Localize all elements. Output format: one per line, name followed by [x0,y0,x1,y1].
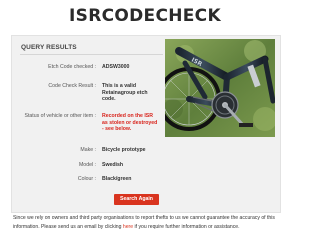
code-check-label: Code Check Result : [48,83,96,89]
disclaimer-text: Since we rely on owners and third party … [13,214,283,232]
etch-code-value: ADSW3000 [102,64,130,70]
section-divider [20,54,163,55]
make-label: Make : [80,147,96,153]
section-heading: QUERY RESULTS [21,44,77,51]
status-label: Status of vehicle or other item : [24,113,96,119]
bicycle-photo: ISR [165,39,275,137]
site-title: ISRCODECHECK [69,6,221,26]
disclaimer-text-end: if you require further information or as… [133,223,240,230]
model-value: Swedish [102,162,124,168]
search-again-button[interactable]: Search Again [114,194,159,205]
colour-label: Colour : [77,176,96,182]
colour-value: Black/green [102,176,132,182]
email-here-link[interactable]: here [123,224,133,230]
make-value: Bicycle prototype [102,147,146,153]
status-value: Recorded on the ISR as stolen or destroy… [102,113,158,133]
model-label: Model : [78,162,96,168]
code-check-value: This is a valid Retainagroup etch code. [102,83,148,103]
etch-code-label: Etch Code checked : [48,64,96,70]
